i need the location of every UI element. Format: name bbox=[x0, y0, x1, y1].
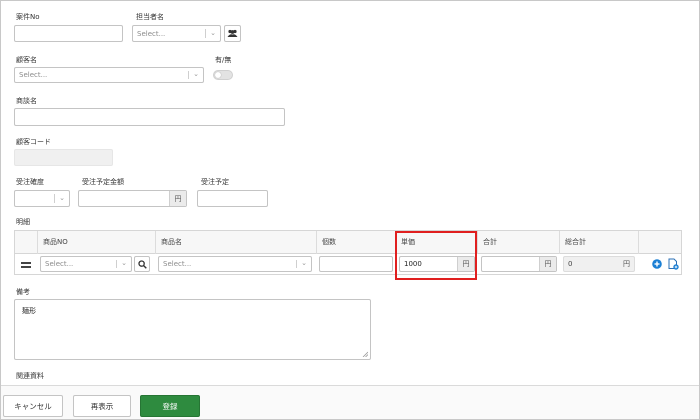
chevron-down-icon: ⌄ bbox=[210, 28, 216, 37]
table-header: 商品NO 商品名 個数 単価 合計 総合計 bbox=[15, 231, 681, 254]
attachments-label: 関連資料 bbox=[16, 372, 44, 380]
select-divider bbox=[205, 29, 206, 38]
customer-code-field bbox=[14, 149, 113, 166]
table-header-product-name: 商品名 bbox=[156, 231, 317, 254]
order-amount-input[interactable]: 円 bbox=[78, 190, 187, 207]
chevron-down-icon: ⌄ bbox=[193, 70, 199, 79]
grand-total-unit: 円 bbox=[623, 260, 630, 268]
unit-price-highlight bbox=[395, 231, 477, 280]
select-divider bbox=[54, 194, 55, 203]
document-add-icon bbox=[668, 258, 679, 270]
table-header-total: 合計 bbox=[478, 231, 560, 254]
users-icon bbox=[227, 29, 238, 37]
order-date-input[interactable] bbox=[197, 190, 268, 207]
order-amount-label: 受注予定金額 bbox=[82, 178, 124, 186]
customer-code-label: 顧客コード bbox=[16, 138, 51, 146]
total-input[interactable]: 円 bbox=[481, 256, 557, 272]
total-unit: 円 bbox=[539, 257, 556, 271]
order-amount-unit: 円 bbox=[169, 191, 186, 206]
order-prob-select[interactable]: ⌄ bbox=[14, 190, 70, 207]
yes-no-toggle[interactable] bbox=[213, 70, 233, 80]
yes-no-label: 有/無 bbox=[215, 56, 232, 64]
grand-total-field: 0 円 bbox=[563, 256, 635, 272]
footer-bar: キャンセル 再表示 登録 bbox=[1, 385, 699, 419]
quantity-input[interactable] bbox=[319, 256, 393, 272]
customer-label: 顧客名 bbox=[16, 56, 37, 64]
table-header-quantity: 個数 bbox=[317, 231, 396, 254]
table-header-handle bbox=[15, 231, 38, 254]
customer-placeholder: Select... bbox=[19, 71, 48, 79]
case-no-input[interactable] bbox=[14, 25, 123, 42]
chevron-down-icon: ⌄ bbox=[59, 193, 65, 202]
deal-name-label: 商談名 bbox=[16, 97, 37, 105]
select-divider bbox=[296, 260, 297, 268]
toggle-knob bbox=[215, 72, 221, 78]
deal-name-input[interactable] bbox=[14, 108, 285, 126]
add-row-button[interactable] bbox=[652, 259, 662, 269]
user-group-button[interactable] bbox=[224, 25, 241, 42]
assignee-label: 担当者名 bbox=[136, 13, 164, 21]
customer-select[interactable]: Select... ⌄ bbox=[14, 67, 204, 83]
search-icon bbox=[137, 259, 147, 269]
notes-label: 備考 bbox=[16, 288, 30, 296]
order-prob-label: 受注確度 bbox=[16, 178, 44, 186]
drag-handle-icon[interactable] bbox=[21, 262, 31, 268]
notes-value: 麺形 bbox=[22, 307, 36, 315]
resize-handle-icon[interactable] bbox=[362, 351, 368, 357]
detail-table: 商品NO 商品名 個数 単価 合計 総合計 Select... ⌄ Select… bbox=[14, 230, 682, 275]
cancel-button[interactable]: キャンセル bbox=[3, 395, 63, 417]
select-divider bbox=[188, 71, 189, 79]
table-header-actions bbox=[639, 231, 681, 254]
table-header-product-no: 商品NO bbox=[38, 231, 156, 254]
chevron-down-icon: ⌄ bbox=[121, 259, 127, 268]
product-no-placeholder: Select... bbox=[45, 260, 74, 268]
chevron-down-icon: ⌄ bbox=[301, 259, 307, 268]
assignee-placeholder: Select... bbox=[137, 29, 166, 38]
assignee-select[interactable]: Select... ⌄ bbox=[132, 25, 221, 42]
detail-label: 明細 bbox=[16, 218, 30, 226]
product-no-select[interactable]: Select... ⌄ bbox=[40, 256, 132, 272]
grand-total-value: 0 bbox=[568, 260, 573, 268]
product-name-placeholder: Select... bbox=[163, 260, 192, 268]
product-name-select[interactable]: Select... ⌄ bbox=[158, 256, 312, 272]
redisplay-button[interactable]: 再表示 bbox=[73, 395, 131, 417]
notes-textarea[interactable]: 麺形 bbox=[14, 299, 371, 360]
row-detail-button[interactable] bbox=[668, 258, 679, 270]
plus-circle-icon bbox=[652, 259, 662, 269]
select-divider bbox=[116, 260, 117, 268]
order-date-label: 受注予定 bbox=[201, 178, 229, 186]
table-header-grand-total: 総合計 bbox=[560, 231, 639, 254]
case-no-label: 案件No bbox=[16, 13, 40, 21]
register-button[interactable]: 登録 bbox=[140, 395, 200, 417]
product-search-button[interactable] bbox=[134, 256, 150, 272]
